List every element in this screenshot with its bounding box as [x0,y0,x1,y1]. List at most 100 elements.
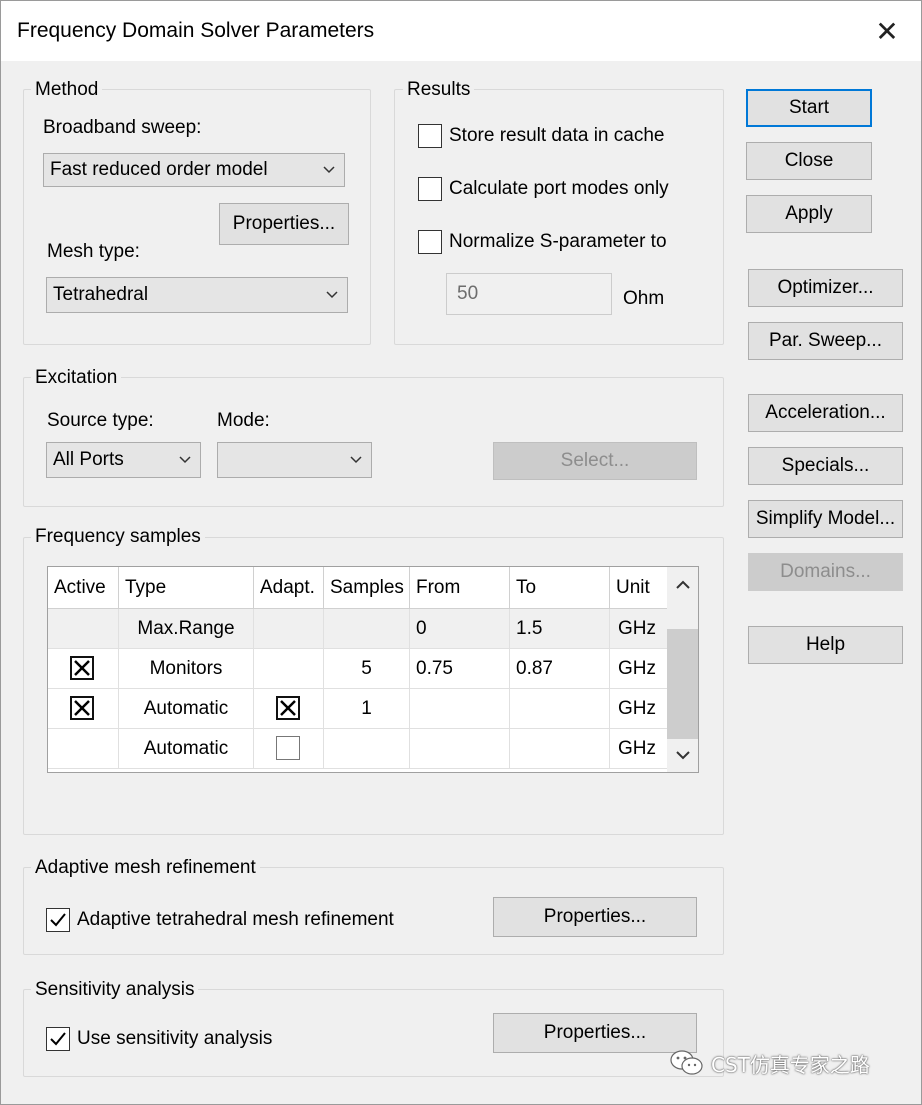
mode-select[interactable] [217,442,372,478]
chevron-down-icon[interactable] [675,747,691,763]
frequency-samples-title: Frequency samples [31,526,205,548]
column-header-from[interactable]: From [410,567,510,609]
acceleration-button[interactable]: Acceleration... [748,394,903,432]
row-1-active-checkbox[interactable] [70,656,94,680]
window-title: Frequency Domain Solver Parameters [17,19,375,42]
table-row-1-to[interactable]: 0.87 [510,649,610,689]
adaptive-mesh-checkbox[interactable] [46,908,70,932]
table-row-0-unit: GHz [610,609,668,649]
table-row-1-type[interactable]: Monitors [119,649,254,689]
table-row-3-active[interactable] [48,729,119,769]
table-row-2-type[interactable]: Automatic [119,689,254,729]
table-row-1-samples[interactable]: 5 [324,649,410,689]
title-bar: Frequency Domain Solver Parameters ✕ [1,1,921,61]
method-properties-button[interactable]: Properties... [219,203,349,245]
table-row-3-adapt[interactable] [254,729,324,769]
mode-label: Mode: [217,410,270,431]
column-header-active[interactable]: Active [48,567,119,609]
select-button[interactable]: Select... [493,442,697,480]
results-group-title: Results [403,79,475,101]
chevron-up-icon[interactable] [675,577,691,593]
checkmark-icon [50,913,66,927]
simplify-model-button[interactable]: Simplify Model... [748,500,903,538]
sensitivity-checkbox[interactable] [46,1027,70,1051]
adaptive-mesh-label: Adaptive tetrahedral mesh refinement [77,909,394,930]
table-row-2-samples[interactable]: 1 [324,689,410,729]
table-row-1-adapt[interactable] [254,649,324,689]
par-sweep-button[interactable]: Par. Sweep... [748,322,903,360]
table-row-2-from[interactable] [410,689,510,729]
table-row-1-from[interactable]: 0.75 [410,649,510,689]
table-row-1-active[interactable] [48,649,119,689]
excitation-group-title: Excitation [31,367,122,389]
table-row-3-to[interactable] [510,729,610,769]
adaptive-mesh-properties-button[interactable]: Properties... [493,897,697,937]
port-modes-label: Calculate port modes only [449,178,669,199]
impedance-unit-label: Ohm [623,288,665,309]
table-row-0-adapt [254,609,324,649]
checkmark-icon [50,1032,66,1046]
table-row-0-to: 1.5 [510,609,610,649]
column-header-unit[interactable]: Unit [610,567,668,609]
broadband-sweep-value: Fast reduced order model [50,159,268,180]
x-mark-icon [74,660,90,676]
table-row-0-samples [324,609,410,649]
table-scrollbar[interactable] [667,567,698,772]
sensitivity-properties-button[interactable]: Properties... [493,1013,697,1053]
scrollbar-thumb[interactable] [667,629,698,739]
close-icon[interactable]: ✕ [869,15,905,51]
table-row-0-active [48,609,119,649]
wechat-icon [670,1050,703,1075]
store-result-label: Store result data in cache [449,125,665,146]
apply-button[interactable]: Apply [746,195,872,233]
mesh-type-value: Tetrahedral [53,284,149,305]
table-row-3-type[interactable]: Automatic [119,729,254,769]
broadband-sweep-select[interactable]: Fast reduced order model [43,153,345,187]
table-row-3-from[interactable] [410,729,510,769]
column-header-samples[interactable]: Samples [324,567,410,609]
source-type-select[interactable]: All Ports [46,442,201,478]
optimizer-button[interactable]: Optimizer... [748,269,903,307]
start-button[interactable]: Start [746,89,872,127]
row-2-adapt-checkbox[interactable] [276,696,300,720]
domains-button[interactable]: Domains... [748,553,903,591]
help-button[interactable]: Help [748,626,903,664]
broadband-sweep-label: Broadband sweep: [43,117,202,138]
chevron-down-icon [350,456,362,464]
dialog-window: Frequency Domain Solver Parameters ✕ Met… [0,0,922,1105]
watermark-text: CST仿真专家之路 [711,1053,870,1077]
table-row-1-unit[interactable]: GHz [610,649,668,689]
sensitivity-title: Sensitivity analysis [31,979,199,1001]
source-type-value: All Ports [53,449,124,470]
specials-button[interactable]: Specials... [748,447,903,485]
table-row-2-active[interactable] [48,689,119,729]
adaptive-mesh-title: Adaptive mesh refinement [31,857,260,879]
table-row-2-to[interactable] [510,689,610,729]
row-2-active-checkbox[interactable] [70,696,94,720]
close-button[interactable]: Close [746,142,872,180]
row-3-adapt-checkbox[interactable] [276,736,300,760]
table-row-3-samples[interactable] [324,729,410,769]
x-mark-icon [74,700,90,716]
table-row-2-adapt[interactable] [254,689,324,729]
x-mark-icon [280,700,296,716]
mesh-type-select[interactable]: Tetrahedral [46,277,348,313]
column-header-to[interactable]: To [510,567,610,609]
chevron-down-icon [326,291,338,299]
table-row-3-unit[interactable]: GHz [610,729,668,769]
table-row-0-type: Max.Range [119,609,254,649]
method-group-title: Method [31,79,103,101]
impedance-input[interactable]: 50 [446,273,612,315]
store-result-checkbox[interactable] [418,124,442,148]
normalize-label: Normalize S-parameter to [449,231,667,252]
table-row-2-unit[interactable]: GHz [610,689,668,729]
mesh-type-label: Mesh type: [47,241,140,262]
source-type-label: Source type: [47,410,154,431]
sensitivity-label: Use sensitivity analysis [77,1028,273,1049]
column-header-type[interactable]: Type [119,567,254,609]
column-header-adapt[interactable]: Adapt. [254,567,324,609]
chevron-down-icon [179,456,191,464]
port-modes-checkbox[interactable] [418,177,442,201]
normalize-checkbox[interactable] [418,230,442,254]
frequency-samples-table[interactable]: Active Type Adapt. Samples From To Unit … [47,566,699,773]
